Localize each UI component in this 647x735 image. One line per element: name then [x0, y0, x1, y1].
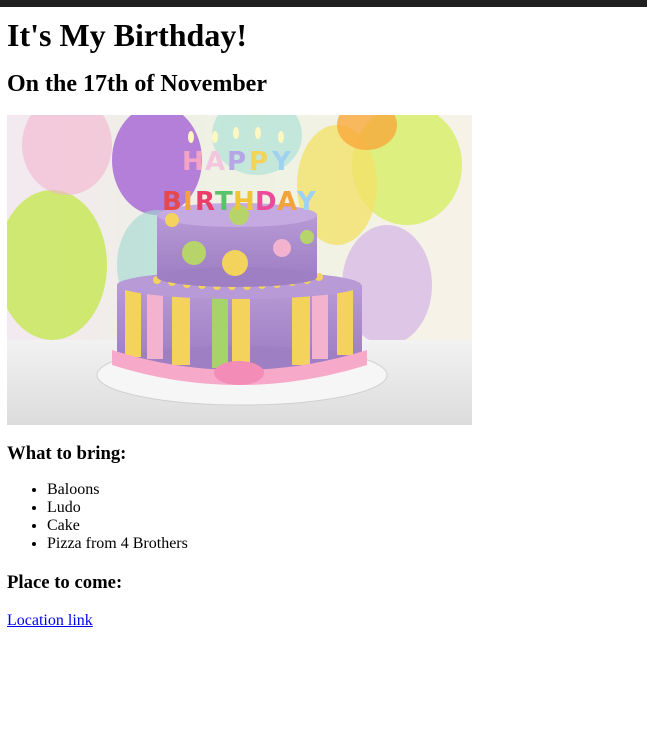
svg-text:Y: Y [271, 147, 292, 177]
svg-text:P: P [227, 147, 246, 177]
page-content: It's My Birthday! On the 17th of Novembe… [7, 7, 640, 630]
svg-text:T: T [215, 187, 233, 217]
list-item: Baloons [47, 481, 640, 499]
svg-text:B: B [162, 187, 182, 217]
svg-text:H: H [182, 147, 204, 177]
svg-text:A: A [205, 147, 225, 177]
svg-text:D: D [255, 187, 277, 217]
bring-list: Baloons Ludo Cake Pizza from 4 Brothers [7, 481, 640, 553]
birthday-cake-image: H A P P Y B I R T H D A Y [7, 115, 472, 425]
bring-heading: What to bring: [7, 443, 127, 464]
svg-text:H: H [233, 187, 255, 217]
list-item: Pizza from 4 Brothers [47, 535, 640, 553]
svg-text:R: R [195, 187, 215, 217]
svg-text:A: A [277, 187, 297, 217]
svg-text:P: P [249, 147, 268, 177]
page-subtitle: On the 17th of November [7, 71, 267, 97]
svg-text:Y: Y [296, 187, 317, 217]
location-link[interactable]: Location link [7, 612, 93, 630]
place-heading: Place to come: [7, 572, 123, 593]
svg-text:I: I [183, 187, 193, 217]
list-item: Cake [47, 517, 640, 535]
browser-top-bar [0, 0, 647, 7]
list-item: Ludo [47, 499, 640, 517]
page-title: It's My Birthday! [7, 17, 247, 53]
